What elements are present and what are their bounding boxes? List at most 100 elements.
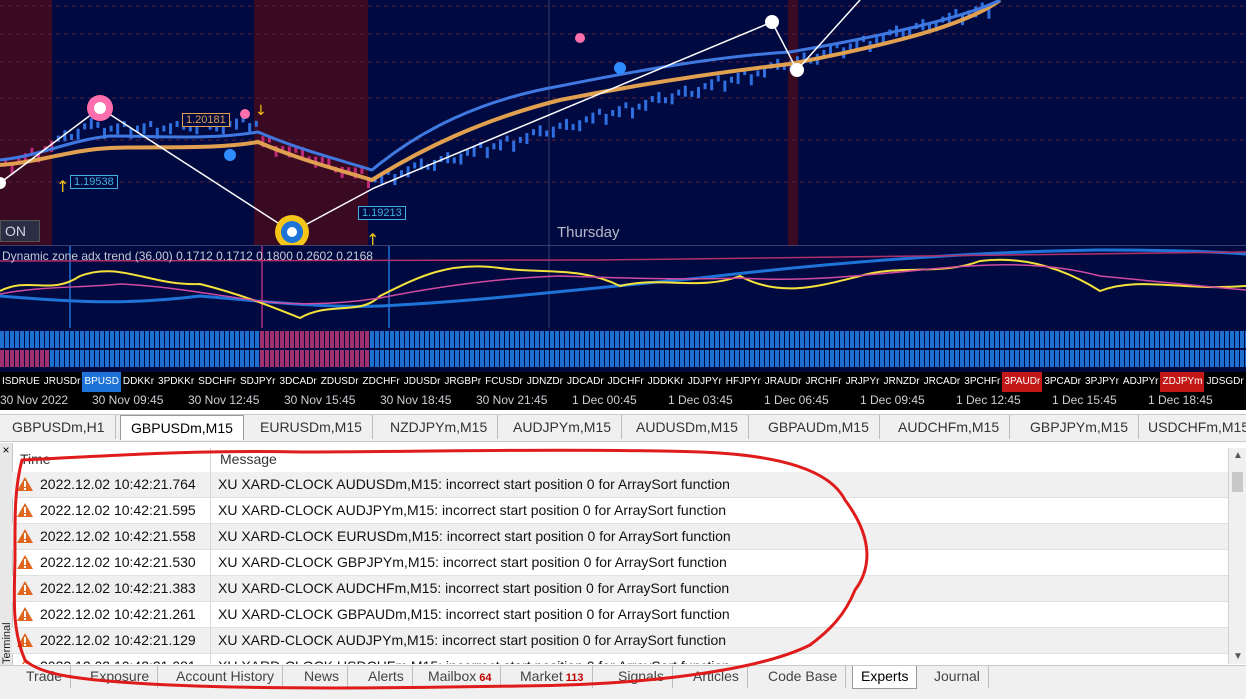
terminal-tab[interactable]: Exposure	[82, 666, 158, 688]
log-row[interactable]: 2022.12.02 10:42:21.129XU XARD-CLOCK AUD…	[12, 628, 1228, 654]
symbol-cell[interactable]: DDKKr	[121, 372, 156, 392]
trend-bar	[700, 331, 704, 348]
chart-tab[interactable]: USDCHFm,M15	[1138, 415, 1246, 439]
trend-bar	[45, 350, 49, 367]
trend-bar	[530, 331, 534, 348]
symbol-cell[interactable]: 3PAUDr	[1002, 372, 1042, 392]
terminal-tab[interactable]: Mailbox64	[420, 666, 501, 688]
indicator-window[interactable]: Dynamic zone adx trend (36.00) 0.1712 0.…	[0, 245, 1246, 329]
symbol-cell[interactable]: ZDCHFr	[361, 372, 402, 392]
symbol-cell[interactable]: 3PCADr	[1042, 372, 1083, 392]
symbol-cell[interactable]: JRCADr	[922, 372, 963, 392]
log-row[interactable]: 2022.12.02 10:42:21.764XU XARD-CLOCK AUD…	[12, 472, 1228, 498]
terminal-tab[interactable]: Market113	[512, 666, 593, 688]
symbol-cell[interactable]: JRCHFr	[803, 372, 843, 392]
log-row[interactable]: 2022.12.02 10:42:21.081XU XARD-CLOCK USD…	[12, 654, 1228, 664]
terminal-tab[interactable]: Experts	[852, 666, 917, 689]
symbol-cell[interactable]: BPUSD	[82, 372, 120, 392]
terminal-tab[interactable]: Account History	[168, 666, 283, 688]
terminal-tab[interactable]: Journal	[926, 666, 989, 688]
symbol-cell[interactable]: JDSGDr	[1204, 372, 1245, 392]
trend-bar	[1055, 350, 1059, 367]
trend-bar	[750, 350, 754, 367]
scroll-down-icon[interactable]: ▼	[1233, 651, 1243, 662]
column-divider	[210, 576, 211, 601]
symbol-cell[interactable]: JRJPYr	[844, 372, 882, 392]
symbol-cell[interactable]: 3DCADr	[278, 372, 319, 392]
terminal-tab[interactable]: Articles	[685, 666, 748, 688]
symbol-cell[interactable]: FCUSDr	[483, 372, 525, 392]
candle	[631, 107, 634, 118]
trend-bar	[30, 350, 34, 367]
chart-tab[interactable]: GBPUSDm,H1	[2, 415, 116, 439]
symbol-cell[interactable]: JRNZDr	[881, 372, 921, 392]
symbol-cell[interactable]: JDCADr	[565, 372, 606, 392]
trend-bar	[105, 350, 109, 367]
symbol-cell[interactable]: ZDJPYm	[1160, 372, 1204, 392]
symbol-cell[interactable]: JDDKKr	[646, 372, 686, 392]
vertical-scrollbar[interactable]: ▲ ▼	[1228, 448, 1246, 664]
trend-bar	[135, 350, 139, 367]
trend-bar	[185, 350, 189, 367]
chart-tab[interactable]: AUDUSDm,M15	[626, 415, 749, 439]
symbol-cell[interactable]: SDJPYr	[238, 372, 278, 392]
column-header-message[interactable]: Message	[220, 451, 277, 467]
log-row[interactable]: 2022.12.02 10:42:21.530XU XARD-CLOCK GBP…	[12, 550, 1228, 576]
column-divider	[210, 498, 211, 523]
column-divider[interactable]	[210, 448, 211, 472]
trend-bar	[210, 350, 214, 367]
terminal-tab[interactable]: Code Base	[760, 666, 846, 688]
chart-tab[interactable]: NZDJPYm,M15	[380, 415, 498, 439]
symbol-cell[interactable]: HFJPYr	[724, 372, 763, 392]
log-row[interactable]: 2022.12.02 10:42:21.261XU XARD-CLOCK GBP…	[12, 602, 1228, 628]
symbol-cell[interactable]: SDCHFr	[196, 372, 238, 392]
trend-bar	[60, 350, 64, 367]
symbol-cell[interactable]: JDNZDr	[525, 372, 565, 392]
chart-tab[interactable]: EURUSDm,M15	[250, 415, 373, 439]
trend-bar	[545, 350, 549, 367]
symbol-cell[interactable]: JDUSDr	[402, 372, 443, 392]
log-row[interactable]: 2022.12.02 10:42:21.383XU XARD-CLOCK AUD…	[12, 576, 1228, 602]
chart-tab[interactable]: GBPAUDm,M15	[758, 415, 880, 439]
symbol-cell[interactable]: JRAUDr	[763, 372, 804, 392]
log-row[interactable]: 2022.12.02 10:42:21.595XU XARD-CLOCK AUD…	[12, 498, 1228, 524]
terminal-tab[interactable]: Alerts	[360, 666, 413, 688]
symbol-cell[interactable]: ADJPYr	[1121, 372, 1161, 392]
price-chart[interactable]: ↑ ↑ ↓ 1.20181 1.19538 1.19213 ON Thursda…	[0, 0, 1246, 245]
log-row[interactable]: 2022.12.02 10:42:21.558XU XARD-CLOCK EUR…	[12, 524, 1228, 550]
trend-bar	[525, 331, 529, 348]
chart-tab[interactable]: AUDJPYm,M15	[503, 415, 622, 439]
trend-bar	[560, 350, 564, 367]
symbol-cell[interactable]: 3PCHFr	[962, 372, 1002, 392]
terminal-tab[interactable]: Trade	[18, 666, 71, 688]
terminal-tab-label: Mailbox	[428, 668, 476, 684]
terminal-tab[interactable]: Signals	[610, 666, 673, 688]
symbol-cell[interactable]: JDJPYr	[686, 372, 724, 392]
chart-tab[interactable]: GBPUSDm,M15	[120, 415, 244, 440]
trend-bar	[5, 331, 9, 348]
on-button[interactable]: ON	[0, 220, 40, 242]
trend-bar	[910, 331, 914, 348]
trend-bar	[540, 331, 544, 348]
trend-bar	[25, 331, 29, 348]
trend-bar	[1150, 350, 1154, 367]
symbol-cell[interactable]: JRUSDr	[42, 372, 83, 392]
symbol-cell[interactable]: 3PJPYr	[1083, 372, 1121, 392]
scroll-up-icon[interactable]: ▲	[1233, 450, 1243, 461]
chart-tab[interactable]: GBPJPYm,M15	[1020, 415, 1139, 439]
scrollbar-thumb[interactable]	[1232, 472, 1243, 492]
close-icon[interactable]: ×	[0, 443, 12, 457]
symbol-cell[interactable]: 3PDKKr	[156, 372, 196, 392]
symbol-cell[interactable]: JDCHFr	[606, 372, 646, 392]
symbol-cell[interactable]: ISDRUE	[0, 372, 42, 392]
terminal-tab[interactable]: News	[296, 666, 348, 688]
trend-bar	[645, 331, 649, 348]
trend-bar	[1210, 331, 1214, 348]
trend-bar	[575, 350, 579, 367]
column-header-time[interactable]: Time	[20, 451, 51, 467]
trend-bar	[215, 350, 219, 367]
trend-bar	[165, 350, 169, 367]
symbol-cell[interactable]: ZDUSDr	[319, 372, 361, 392]
chart-tab[interactable]: AUDCHFm,M15	[888, 415, 1010, 439]
symbol-cell[interactable]: JRGBPr	[442, 372, 483, 392]
